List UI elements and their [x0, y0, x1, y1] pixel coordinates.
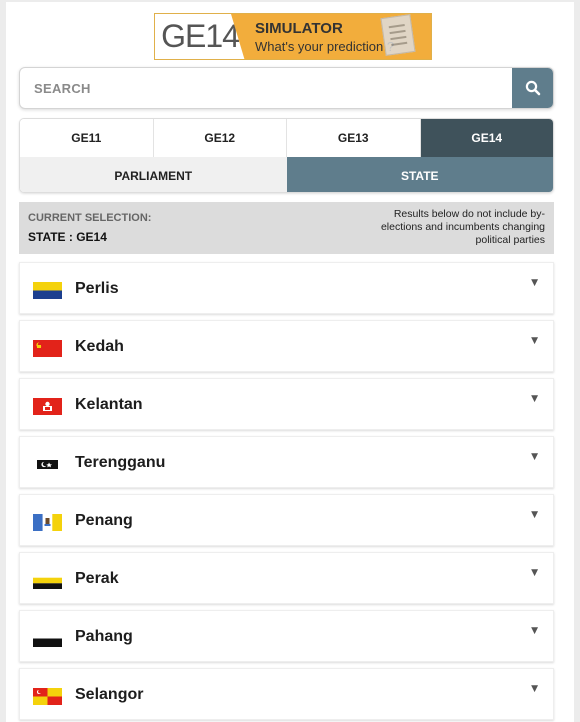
- tab-state[interactable]: STATE: [286, 157, 553, 192]
- tab-ge14[interactable]: GE14: [420, 119, 553, 157]
- state-name: Perak: [75, 570, 119, 587]
- state-name: Pahang: [75, 628, 133, 645]
- state-list: Perlis ▼ Kedah ▼ Kelantan ▼ Terengganu ▼…: [19, 262, 554, 722]
- page: GE14 SIMULATOR What's your prediction ? …: [6, 2, 574, 722]
- state-item-terengganu[interactable]: Terengganu ▼: [19, 436, 554, 488]
- perlis-flag-icon: [33, 282, 62, 299]
- terengganu-flag-icon: [33, 456, 62, 473]
- state-name: Selangor: [75, 686, 144, 703]
- tab-ge11[interactable]: GE11: [20, 119, 154, 157]
- election-selector: GE11 GE12 GE13 GE14 PARLIAMENT STATE: [19, 118, 554, 193]
- state-item-kedah[interactable]: Kedah ▼: [19, 320, 554, 372]
- state-name: Perlis: [75, 280, 119, 297]
- chevron-down-icon: ▼: [531, 510, 538, 520]
- tab-parliament[interactable]: PARLIAMENT: [20, 157, 287, 192]
- current-selection-value: STATE : GE14: [28, 230, 107, 244]
- chevron-down-icon: ▼: [531, 336, 538, 346]
- kelantan-flag-icon: [33, 398, 62, 415]
- election-tabs: GE11 GE12 GE13 GE14: [20, 119, 553, 157]
- chevron-down-icon: ▼: [531, 684, 538, 694]
- penang-flag-icon: [33, 514, 62, 531]
- current-selection-bar: CURRENT SELECTION: STATE : GE14 Results …: [19, 202, 554, 254]
- kedah-flag-icon: [33, 340, 62, 357]
- selangor-flag-icon: [33, 688, 62, 705]
- banner-ge-text: GE14: [161, 18, 240, 54]
- search-bar: [19, 67, 554, 109]
- tab-ge12[interactable]: GE12: [153, 119, 287, 157]
- pahang-flag-icon: [33, 630, 62, 647]
- ballot-icon: [380, 14, 416, 56]
- chevron-down-icon: ▼: [531, 626, 538, 636]
- tab-ge13[interactable]: GE13: [287, 119, 421, 157]
- state-name: Terengganu: [75, 454, 166, 471]
- current-selection-label: CURRENT SELECTION:: [28, 212, 152, 224]
- banner-title: SIMULATOR: [255, 20, 343, 37]
- chevron-down-icon: ▼: [531, 278, 538, 288]
- state-item-selangor[interactable]: Selangor ▼: [19, 668, 554, 720]
- chevron-down-icon: ▼: [531, 394, 538, 404]
- seat-type-tabs: PARLIAMENT STATE: [20, 157, 553, 192]
- search-input[interactable]: [20, 68, 513, 108]
- perak-flag-icon: [33, 572, 62, 589]
- search-button[interactable]: [512, 68, 553, 108]
- results-note: Results below do not include by-election…: [380, 208, 545, 246]
- banner-tagline-block: SIMULATOR What's your prediction ?: [231, 14, 431, 59]
- state-item-penang[interactable]: Penang ▼: [19, 494, 554, 546]
- state-item-perak[interactable]: Perak ▼: [19, 552, 554, 604]
- state-name: Kedah: [75, 338, 124, 355]
- simulator-banner[interactable]: GE14 SIMULATOR What's your prediction ?: [154, 13, 432, 60]
- chevron-down-icon: ▼: [531, 568, 538, 578]
- state-item-kelantan[interactable]: Kelantan ▼: [19, 378, 554, 430]
- search-icon: [525, 80, 540, 96]
- chevron-down-icon: ▼: [531, 452, 538, 462]
- state-item-pahang[interactable]: Pahang ▼: [19, 610, 554, 662]
- state-item-perlis[interactable]: Perlis ▼: [19, 262, 554, 314]
- state-name: Penang: [75, 512, 133, 529]
- state-name: Kelantan: [75, 396, 143, 413]
- banner-tagline: What's your prediction ?: [255, 39, 395, 54]
